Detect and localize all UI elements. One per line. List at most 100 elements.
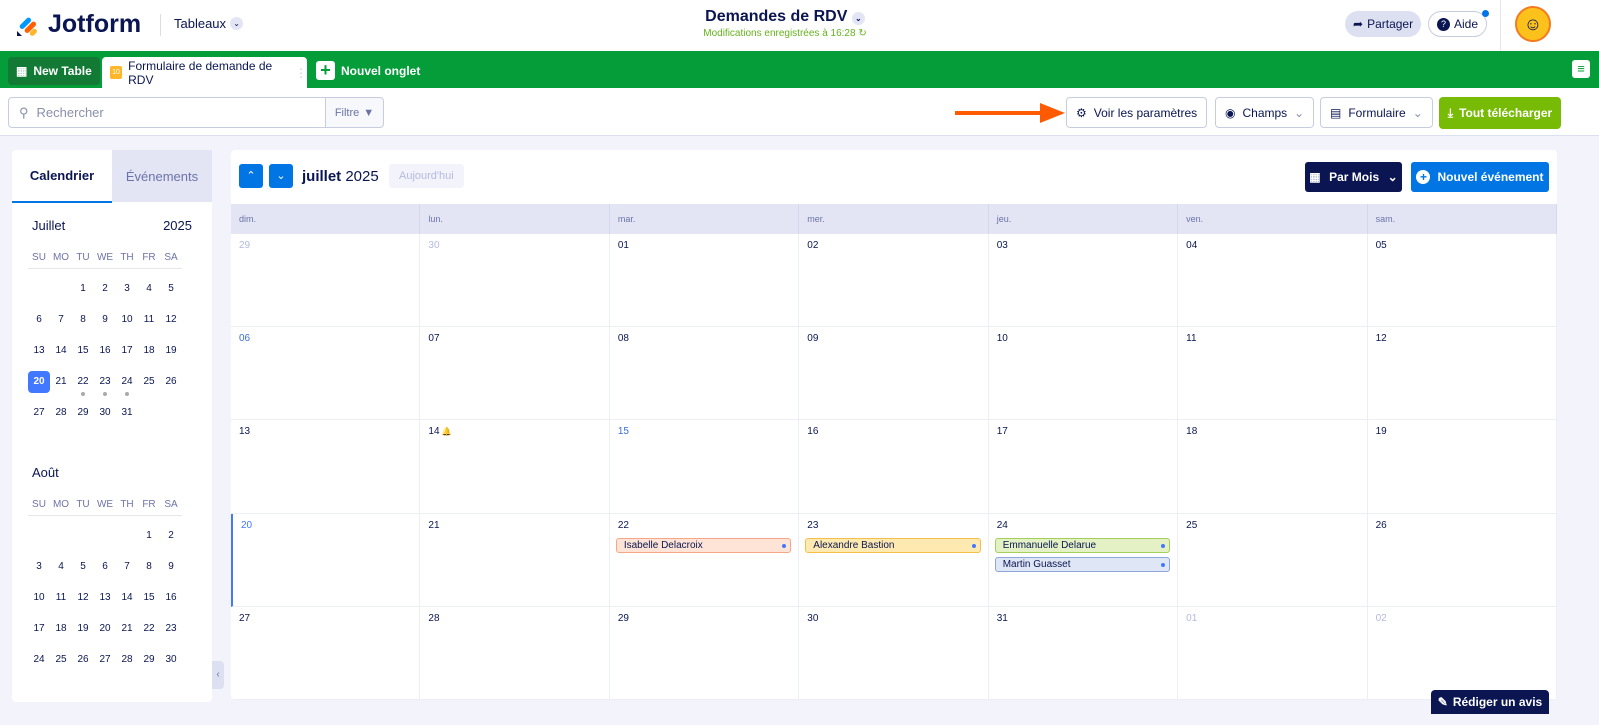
day-cell[interactable]: 20: [231, 513, 421, 607]
mini-day[interactable]: 16: [94, 340, 116, 362]
day-cell[interactable]: 02: [1367, 606, 1557, 700]
mini-day[interactable]: 15: [72, 340, 94, 362]
day-cell[interactable]: 25: [1178, 513, 1368, 607]
day-cell[interactable]: 18: [1178, 420, 1368, 514]
day-cell[interactable]: 04: [1178, 234, 1368, 328]
day-cell[interactable]: 24 Emmanuelle Delarue Martin Guasset: [988, 513, 1179, 607]
new-event-button[interactable]: + Nouvel événement: [1411, 162, 1549, 192]
day-cell[interactable]: 01: [1178, 606, 1368, 700]
download-all-button[interactable]: ⤓ Tout télécharger: [1439, 97, 1561, 129]
mini-day[interactable]: 4: [138, 278, 160, 300]
day-cell[interactable]: 27: [231, 606, 421, 700]
mini-day[interactable]: 11: [138, 309, 160, 331]
mini-day[interactable]: 25: [50, 649, 72, 671]
mini-day[interactable]: 13: [28, 340, 50, 362]
mini-day[interactable]: 14: [50, 340, 72, 362]
mini-day[interactable]: 5: [72, 556, 94, 578]
mini-day[interactable]: 27: [94, 649, 116, 671]
mini-day[interactable]: 29: [138, 649, 160, 671]
event-chip[interactable]: Martin Guasset: [994, 556, 1171, 572]
mini-day[interactable]: 6: [94, 556, 116, 578]
mini-day[interactable]: 30: [160, 649, 182, 671]
mini-day[interactable]: 19: [160, 340, 182, 362]
day-cell[interactable]: 26: [1367, 513, 1557, 607]
fields-button[interactable]: ◉ Champs ⌄: [1215, 97, 1315, 128]
mini-day[interactable]: 23: [160, 618, 182, 640]
collapse-sidebar-button[interactable]: ‹: [212, 661, 224, 689]
mini-day[interactable]: 11: [50, 587, 72, 609]
mini-day[interactable]: 14: [116, 587, 138, 609]
mini-day[interactable]: 20: [28, 371, 50, 393]
day-cell[interactable]: 17: [988, 420, 1179, 514]
today-button[interactable]: Aujourd'hui: [389, 164, 464, 188]
mini-day[interactable]: 17: [28, 618, 50, 640]
mini-day[interactable]: 15: [138, 587, 160, 609]
mini-day[interactable]: 19: [72, 618, 94, 640]
day-cell[interactable]: 05: [1367, 234, 1557, 328]
mini-day[interactable]: 28: [50, 402, 72, 424]
help-button[interactable]: ? Aide: [1428, 10, 1490, 37]
filter-button[interactable]: Filtre ▼: [325, 97, 384, 128]
day-cell[interactable]: 30: [799, 606, 989, 700]
day-cell[interactable]: 11: [1178, 327, 1368, 421]
mini-day[interactable]: 3: [116, 278, 138, 300]
day-cell[interactable]: 02: [799, 234, 989, 328]
mini-day[interactable]: 3: [28, 556, 50, 578]
day-cell[interactable]: 30: [420, 234, 610, 328]
mini-day[interactable]: 18: [50, 618, 72, 640]
form-button[interactable]: ▤ Formulaire ⌄: [1320, 97, 1433, 128]
search-input[interactable]: ⚲ Rechercher: [8, 97, 326, 128]
write-review-button[interactable]: ✎ Rédiger un avis: [1431, 690, 1549, 714]
mini-day[interactable]: 10: [28, 587, 50, 609]
day-cell[interactable]: 19: [1367, 420, 1557, 514]
mini-day[interactable]: 24: [116, 371, 138, 396]
mini-day[interactable]: 6: [28, 309, 50, 331]
mini-day[interactable]: 16: [160, 587, 182, 609]
mini-day[interactable]: 4: [50, 556, 72, 578]
mini-day[interactable]: 17: [116, 340, 138, 362]
mini-day[interactable]: 1: [72, 278, 94, 300]
day-cell[interactable]: 28: [420, 606, 610, 700]
day-cell[interactable]: 16: [799, 420, 989, 514]
mini-day[interactable]: 20: [94, 618, 116, 640]
day-cell[interactable]: 15: [609, 420, 800, 514]
mini-day[interactable]: 21: [116, 618, 138, 640]
mini-day[interactable]: 24: [28, 649, 50, 671]
day-cell[interactable]: 01: [609, 234, 800, 328]
day-cell[interactable]: 14 🔔: [420, 420, 610, 514]
mini-day[interactable]: 12: [72, 587, 94, 609]
mini-day[interactable]: 21: [50, 371, 72, 393]
avatar[interactable]: ☺: [1515, 6, 1551, 42]
share-button[interactable]: ➦ Partager: [1345, 11, 1422, 37]
day-cell[interactable]: 09: [799, 327, 989, 421]
page-title[interactable]: Demandes de RDV ⌄: [0, 8, 1570, 26]
day-cell[interactable]: 23 Alexandre Bastion: [799, 513, 989, 607]
day-cell[interactable]: 21: [420, 513, 610, 607]
day-cell[interactable]: 29: [609, 606, 800, 700]
mini-day[interactable]: 7: [116, 556, 138, 578]
mini-day[interactable]: 22: [138, 618, 160, 640]
mini-day[interactable]: 8: [138, 556, 160, 578]
day-cell[interactable]: 07: [420, 327, 610, 421]
mini-day[interactable]: 25: [138, 371, 160, 393]
mini-day[interactable]: 8: [72, 309, 94, 331]
day-cell[interactable]: 29: [231, 234, 421, 328]
next-month-button[interactable]: ⌄: [269, 164, 293, 188]
day-cell[interactable]: 31: [988, 606, 1179, 700]
tab-calendar[interactable]: Calendrier: [12, 150, 112, 203]
mini-day[interactable]: 26: [160, 371, 182, 393]
mini-day[interactable]: 31: [116, 402, 138, 424]
mini-day[interactable]: 26: [72, 649, 94, 671]
mini-day[interactable]: 18: [138, 340, 160, 362]
mini-day[interactable]: 28: [116, 649, 138, 671]
day-cell[interactable]: 10: [988, 327, 1179, 421]
view-select[interactable]: ▦ Par Mois ⌄: [1305, 162, 1402, 192]
mini-day[interactable]: 13: [94, 587, 116, 609]
prev-month-button[interactable]: ⌃: [239, 164, 263, 188]
mini-day[interactable]: 9: [94, 309, 116, 331]
event-chip[interactable]: Alexandre Bastion: [805, 537, 981, 553]
mini-day[interactable]: 27: [28, 402, 50, 424]
mini-day[interactable]: 23: [94, 371, 116, 396]
add-tab-button[interactable]: + Nouvel onglet: [316, 61, 420, 80]
day-cell[interactable]: 13: [231, 420, 421, 514]
